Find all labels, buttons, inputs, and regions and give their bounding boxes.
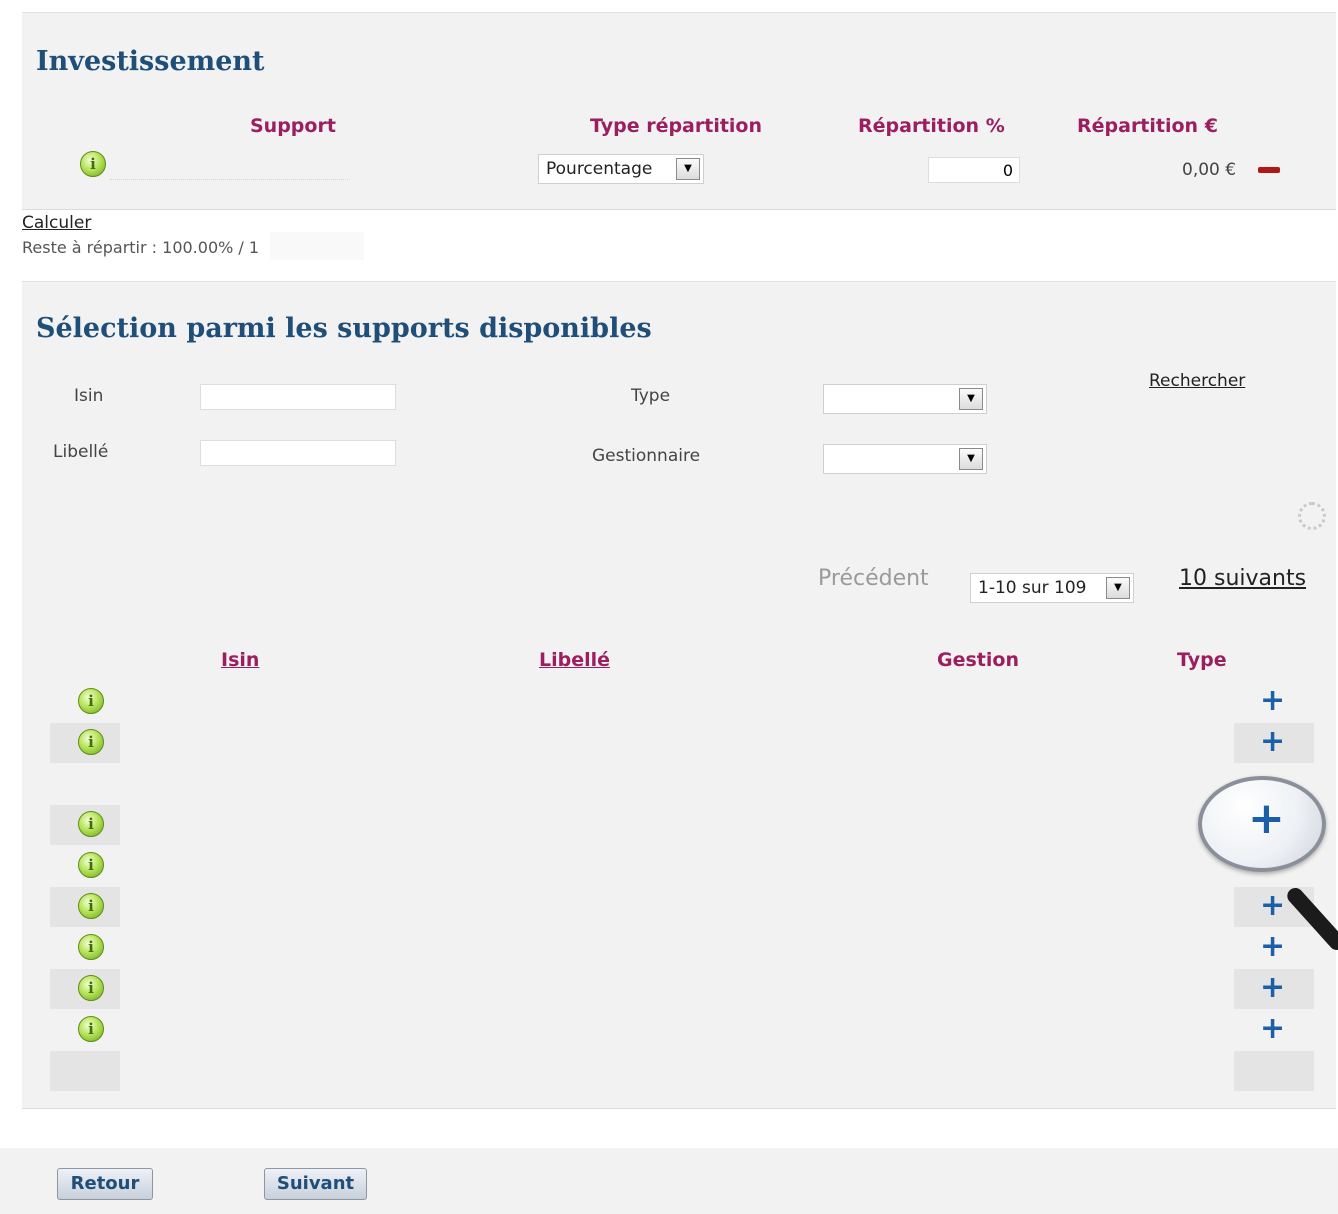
table-row: i (50, 805, 1314, 845)
col-header-repartition-eur: Répartition € (1077, 115, 1218, 137)
table-row (50, 764, 1314, 804)
reste-a-repartir-text: Reste à répartir : 100.00% / 1 (22, 238, 260, 257)
add-support-plus-icon[interactable]: + (1260, 686, 1285, 716)
info-icon[interactable]: i (78, 729, 104, 755)
chevron-down-icon[interactable]: ▼ (959, 448, 983, 470)
selection-title: Sélection parmi les supports disponibles (36, 313, 652, 344)
chevron-down-icon[interactable]: ▼ (676, 158, 700, 180)
table-row: i + (50, 928, 1314, 968)
loading-spinner-icon (1298, 502, 1326, 530)
libelle-label: Libellé (53, 442, 109, 462)
libelle-input[interactable] (200, 440, 396, 466)
investissement-title: Investissement (36, 46, 265, 77)
info-icon[interactable]: i (78, 1016, 104, 1042)
suivant-button[interactable]: Suivant (264, 1168, 367, 1200)
isin-label: Isin (74, 386, 104, 406)
add-support-plus-icon[interactable]: + (1260, 973, 1285, 1003)
type-label: Type (631, 386, 671, 406)
col-header-type-repartition: Type répartition (590, 115, 763, 137)
type-repartition-select[interactable]: Pourcentage ▼ (538, 154, 704, 184)
table-row: i + (50, 682, 1314, 722)
calculer-link[interactable]: Calculer (22, 213, 91, 233)
add-support-plus-icon[interactable]: + (1260, 727, 1285, 757)
repartition-pct-input[interactable] (928, 157, 1020, 183)
retour-button[interactable]: Retour (57, 1168, 153, 1200)
add-support-plus-icon[interactable]: + (1260, 891, 1285, 921)
repartition-eur-value: 0,00 € (1182, 160, 1237, 180)
type-select[interactable]: ▼ (823, 384, 987, 414)
selection-panel: Sélection parmi les supports disponibles… (22, 281, 1338, 1109)
magnified-plus-icon: + (1248, 793, 1285, 844)
footer-bar (0, 1148, 1338, 1214)
table-row (50, 1051, 1314, 1091)
isin-input[interactable] (200, 384, 396, 410)
table-header-libelle[interactable]: Libellé (539, 649, 610, 671)
chevron-down-icon[interactable]: ▼ (1106, 577, 1130, 599)
add-support-plus-icon[interactable]: + (1260, 1014, 1285, 1044)
info-icon[interactable]: i (78, 852, 104, 878)
table-row: i + (50, 723, 1314, 763)
remove-icon[interactable] (1258, 167, 1280, 173)
table-row: i + (50, 1010, 1314, 1050)
next-page-link[interactable]: 10 suivants (1179, 566, 1306, 591)
table-header-gestion: Gestion (937, 649, 1019, 671)
reste-redacted (270, 232, 364, 260)
col-header-support: Support (250, 115, 336, 137)
table-row: i + (50, 887, 1314, 927)
chevron-down-icon[interactable]: ▼ (959, 388, 983, 410)
support-info-icon[interactable]: i (80, 151, 106, 177)
col-header-repartition-pct: Répartition % (858, 115, 1005, 137)
precedent-label: Précédent (818, 566, 929, 591)
table-header-type: Type (1177, 649, 1227, 671)
support-name-redacted (110, 163, 350, 180)
table-row: i + (50, 969, 1314, 1009)
gestionnaire-select[interactable]: ▼ (823, 444, 987, 474)
magnifier-icon: + (1198, 776, 1326, 872)
rechercher-link[interactable]: Rechercher (1149, 371, 1245, 391)
table-row: i (50, 846, 1314, 886)
info-icon[interactable]: i (78, 688, 104, 714)
page-select-value: 1-10 sur 109 (978, 578, 1087, 598)
table-header-isin[interactable]: Isin (221, 649, 259, 671)
info-icon[interactable]: i (78, 811, 104, 837)
gestionnaire-label: Gestionnaire (592, 446, 701, 466)
info-icon[interactable]: i (78, 893, 104, 919)
add-support-plus-icon[interactable]: + (1260, 932, 1285, 962)
investissement-panel: Investissement Support Type répartition … (22, 12, 1336, 210)
info-icon[interactable]: i (78, 975, 104, 1001)
page-select[interactable]: 1-10 sur 109 ▼ (970, 573, 1134, 603)
type-repartition-value: Pourcentage (546, 159, 653, 179)
info-icon[interactable]: i (78, 934, 104, 960)
